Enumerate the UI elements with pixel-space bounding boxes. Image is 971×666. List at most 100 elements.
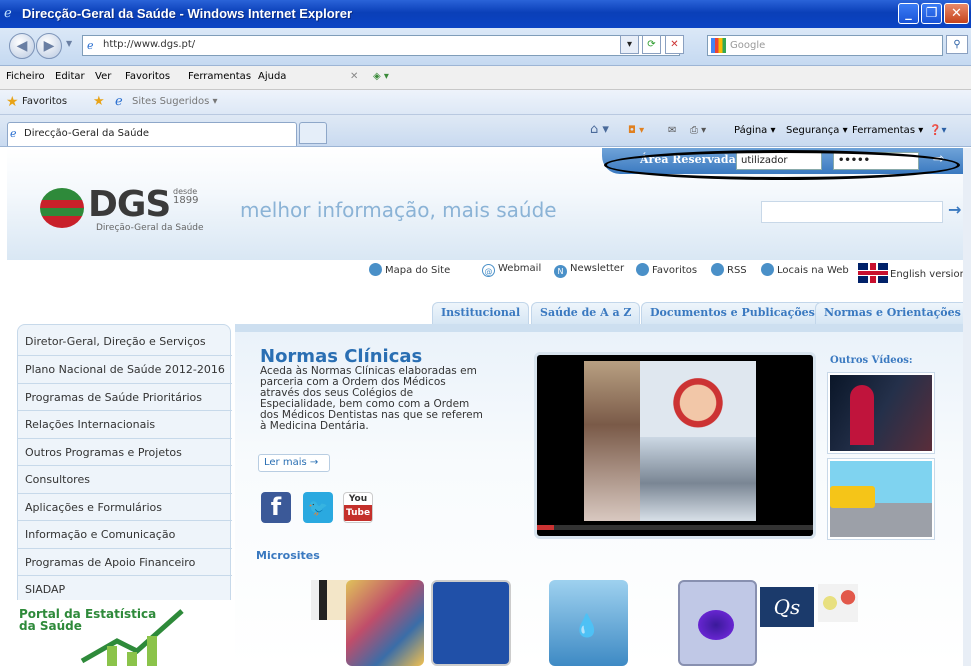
link-site-map[interactable]: Mapa do Site	[369, 263, 450, 276]
menu-favoritos[interactable]: Favoritos	[125, 71, 170, 82]
sidebar-item-programas[interactable]: Programas de Saúde Prioritários	[18, 383, 232, 410]
mail-icon[interactable]: ✉	[668, 125, 676, 136]
feeds-icon[interactable]: ◘ ▾	[628, 125, 644, 136]
microsite-purple-tile[interactable]	[678, 580, 757, 666]
site-search-button[interactable]: →	[948, 200, 961, 219]
add-favorite-icon[interactable]: ★	[93, 94, 105, 109]
video-photo-girl	[584, 361, 640, 521]
sidebar-item-siadap[interactable]: SIADAP	[18, 575, 232, 602]
favorites-button[interactable]: Favoritos	[22, 96, 67, 107]
search-input[interactable]: Google	[707, 35, 943, 56]
suggested-sites-icon: ℯ	[115, 94, 123, 109]
link-english[interactable]: English version	[858, 263, 963, 283]
dgs-logo[interactable]: DGS desde 1899 Direção-Geral da Saúde	[40, 182, 220, 234]
portal-estatistica-banner[interactable]: Portal da Estatística da Saúde	[17, 600, 231, 666]
refresh-icon[interactable]: ⟳	[642, 35, 661, 54]
menu-ferramentas[interactable]: Ferramentas	[188, 71, 251, 82]
maximize-button[interactable]: ❐	[921, 3, 942, 24]
video-progress-track[interactable]	[537, 525, 813, 530]
uk-flag-icon	[858, 263, 888, 283]
sidebar-item-outros[interactable]: Outros Programas e Projetos	[18, 438, 232, 465]
forward-button[interactable]: ▶	[36, 33, 62, 59]
tab-label: Direcção-Geral da Saúde	[24, 128, 149, 139]
print-icon[interactable]: ⎙ ▾	[690, 125, 706, 136]
link-rss[interactable]: RSS	[711, 263, 747, 276]
microsite-water-tile[interactable]: 💧	[549, 580, 628, 666]
sidebar-item-consultores[interactable]: Consultores	[18, 465, 232, 492]
link-webmail[interactable]: @ Webmail	[482, 263, 541, 277]
address-toolbar: ◀ ▶ ▼ ℯ http://www.dgs.pt/ ▾ ⟳ ✕ Google …	[0, 28, 971, 66]
chart-graphic-icon	[80, 609, 184, 666]
window-title: Direcção-Geral da Saúde - Windows Intern…	[22, 6, 353, 21]
address-dropdown-icon[interactable]: ▾	[620, 35, 639, 54]
close-menu-icon[interactable]: ✕	[350, 71, 358, 82]
tab-institucional[interactable]: Institucional	[432, 302, 530, 324]
microsite-qs-logo[interactable]: Qs	[760, 587, 814, 627]
page-icon: ℯ	[87, 39, 94, 52]
microsite-logo-2[interactable]	[818, 584, 858, 622]
video-thumb-2[interactable]	[828, 459, 934, 539]
link-favoritos[interactable]: Favoritos	[636, 263, 697, 276]
menu-ajuda[interactable]: Ajuda	[258, 71, 286, 82]
sidebar-item-informacao[interactable]: Informação e Comunicação	[18, 520, 232, 547]
video-thumb-1[interactable]	[828, 373, 934, 453]
close-button[interactable]: ✕	[944, 3, 969, 24]
sidebar-item-director[interactable]: Diretor-Geral, Direção e Serviços	[18, 328, 232, 355]
menu-editar[interactable]: Editar	[55, 71, 85, 82]
read-more-button[interactable]: Ler mais →	[258, 454, 330, 472]
menu-bar: Ficheiro Editar Ver Favoritos Ferramenta…	[0, 66, 971, 90]
site-search-input[interactable]	[761, 201, 943, 223]
site-slogan: melhor informação, mais saúde	[240, 198, 557, 222]
tab-saude-a-z[interactable]: Saúde de A a Z	[531, 302, 641, 324]
url-text: http://www.dgs.pt/	[103, 39, 196, 50]
at-icon: @	[482, 264, 495, 277]
back-button[interactable]: ◀	[9, 33, 35, 59]
feature-title[interactable]: Normas Clínicas	[260, 346, 422, 367]
address-bar[interactable]: ℯ http://www.dgs.pt/	[82, 35, 680, 56]
sidebar-item-pns[interactable]: Plano Nacional de Saúde 2012-2016	[18, 355, 232, 382]
nav-underline	[235, 324, 963, 332]
window-title-bar[interactable]: ℯ Direcção-Geral da Saúde - Windows Inte…	[0, 0, 971, 28]
help-icon[interactable]: ❓▾	[929, 125, 946, 136]
new-tab-button[interactable]	[299, 122, 327, 144]
ie-logo-icon: ℯ	[4, 6, 12, 21]
favorites-icon	[636, 263, 649, 276]
menu-ficheiro[interactable]: Ficheiro	[6, 71, 45, 82]
twitter-icon[interactable]: 🐦	[303, 492, 333, 523]
history-dropdown-icon[interactable]: ▼	[66, 39, 72, 48]
home-icon[interactable]: ⌂ ▾	[590, 122, 609, 137]
microsite-art-tile[interactable]	[346, 580, 424, 666]
convert-icon[interactable]: ◈ ▾	[373, 71, 389, 82]
search-icon[interactable]: ⚲	[946, 35, 968, 54]
suggested-sites-link[interactable]: Sites Sugeridos ▾	[132, 96, 218, 107]
video-photo-snow	[640, 437, 756, 521]
web-page: Área Reservada: utilizador ••••• ⇨ DGS d…	[7, 148, 963, 666]
microsites-title: Microsites	[256, 549, 320, 562]
video-photo-child	[640, 361, 756, 437]
security-menu[interactable]: Segurança ▾	[786, 125, 848, 136]
minimize-button[interactable]: _	[898, 3, 919, 24]
page-scrollbar[interactable]	[963, 148, 971, 666]
stop-icon[interactable]: ✕	[665, 35, 684, 54]
video-player[interactable]	[534, 352, 816, 539]
logo-subtitle: Direção-Geral da Saúde	[96, 223, 204, 233]
link-web-places[interactable]: Locais na Web	[761, 263, 849, 276]
facebook-icon[interactable]: f	[261, 492, 291, 523]
tools-menu[interactable]: Ferramentas ▾	[852, 125, 923, 136]
rss-icon	[711, 263, 724, 276]
tab-dgs[interactable]: ℯ Direcção-Geral da Saúde	[7, 122, 297, 146]
link-newsletter[interactable]: N Newsletter	[554, 263, 624, 278]
highlight-ellipse	[604, 150, 960, 180]
menu-ver[interactable]: Ver	[95, 71, 111, 82]
tab-normas[interactable]: Normas e Orientações	[815, 302, 963, 324]
sidebar-item-apoio[interactable]: Programas de Apoio Financeiro	[18, 548, 232, 575]
tab-documentos[interactable]: Documentos e Publicações	[641, 302, 824, 324]
newsletter-icon: N	[554, 265, 567, 278]
youtube-icon[interactable]: You Tube	[343, 492, 373, 523]
logo-since: desde 1899	[173, 187, 199, 206]
sidebar-item-relacoes[interactable]: Relações Internacionais	[18, 410, 232, 437]
water-drop-icon: 💧	[573, 614, 601, 639]
sidebar-item-aplicacoes[interactable]: Aplicações e Formulários	[18, 493, 232, 520]
microsite-tech-tile[interactable]	[431, 580, 511, 666]
page-menu[interactable]: Página ▾	[734, 125, 776, 136]
